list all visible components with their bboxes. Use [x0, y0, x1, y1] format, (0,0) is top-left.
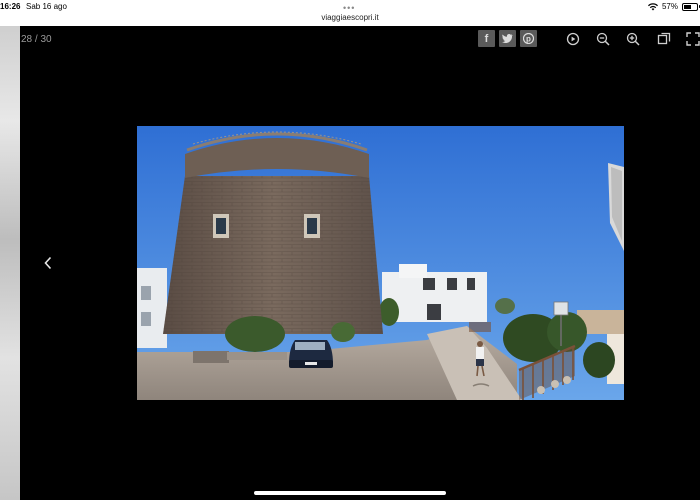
page-background-strip — [0, 26, 20, 500]
expand-icon[interactable] — [686, 32, 700, 46]
next-image-preview — [608, 163, 624, 251]
browser-url-bar[interactable]: ••• viaggiaescopri.it — [0, 3, 700, 26]
url-text[interactable]: viaggiaescopri.it — [0, 13, 700, 22]
home-indicator[interactable] — [254, 491, 446, 495]
fullscreen-toggle-icon[interactable] — [657, 32, 671, 46]
play-icon[interactable] — [566, 32, 580, 46]
chevron-left-icon[interactable] — [42, 255, 54, 271]
battery-percent: 57% — [661, 2, 678, 11]
twitter-share-button[interactable] — [499, 30, 516, 47]
facebook-share-button[interactable]: f — [478, 30, 495, 47]
image-counter: 28 / 30 — [21, 34, 52, 45]
stone-tower-photo[interactable] — [137, 126, 624, 400]
status-date: Sab 16 ago — [26, 2, 67, 11]
battery-icon — [682, 2, 700, 11]
more-options-icon[interactable]: ••• — [343, 3, 355, 13]
pinterest-icon: p — [523, 33, 534, 44]
twitter-icon — [502, 34, 513, 43]
facebook-icon: f — [484, 32, 489, 45]
svg-text:p: p — [526, 34, 531, 43]
wifi-icon — [647, 2, 658, 10]
zoom-out-icon[interactable] — [596, 32, 610, 46]
pinterest-share-button[interactable]: p — [520, 30, 537, 47]
status-time: 16:26 — [0, 2, 21, 11]
status-right-group: 57% — [647, 2, 700, 11]
zoom-in-icon[interactable] — [626, 32, 640, 46]
